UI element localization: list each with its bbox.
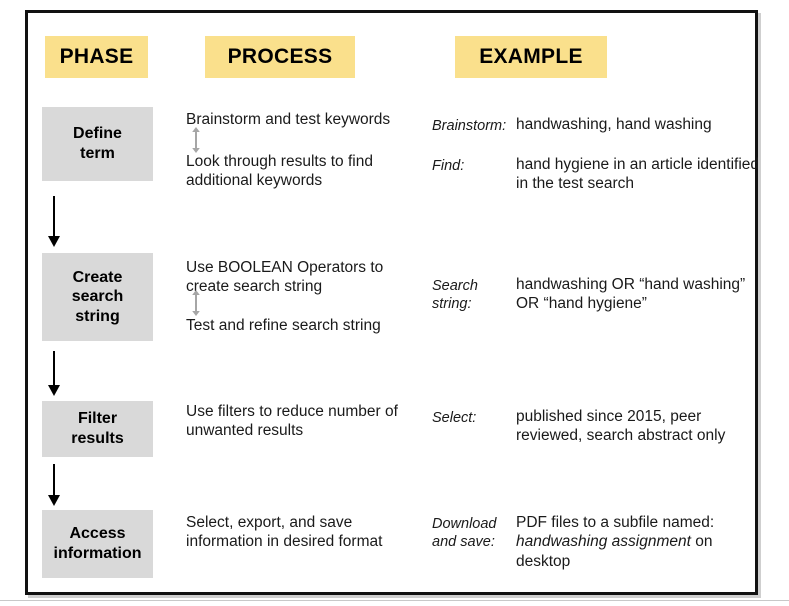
- bottom-divider: [0, 600, 789, 601]
- phase-box-access-information: Access information: [42, 510, 153, 578]
- example-value: handwashing, hand washing: [516, 116, 712, 133]
- diagram-canvas: PHASE PROCESS EXAMPLE Define term Create s…: [0, 0, 789, 606]
- phase-box-filter-results: Filter results: [42, 401, 153, 457]
- example-label: Brainstorm:: [432, 118, 507, 134]
- example-label: Download and save:: [432, 516, 497, 551]
- process-text-select-export-save: Select, export, and save information in …: [186, 514, 383, 551]
- arrow-shaft: [53, 196, 55, 237]
- process-text-brainstorm: Brainstorm and test keywords: [186, 111, 391, 128]
- arrow-head: [48, 495, 60, 506]
- column-header-process: PROCESS: [205, 36, 355, 78]
- arrow-head: [48, 385, 60, 396]
- phase-box-define-term: Define term: [42, 107, 153, 181]
- process-text-look-through-results: Look through results to find additional …: [186, 153, 373, 190]
- example-value-emphasis: handwashing assignment: [516, 533, 691, 551]
- example-label: Select:: [432, 410, 477, 426]
- process-text-boolean-operators: Use BOOLEAN Operators to create search s…: [186, 259, 384, 296]
- example-value: handwashing OR “hand washing” OR “hand h…: [516, 276, 746, 313]
- arrow-down-icon: [47, 464, 61, 508]
- example-value-pre: PDF files to a subfile named:: [516, 514, 715, 531]
- phase-box-create-search-string: Create search string: [42, 253, 153, 341]
- arrow-head: [48, 236, 60, 247]
- arrow-up-down-icon: [190, 290, 202, 316]
- example-label: Find:: [432, 158, 465, 174]
- arrow-down-icon: [47, 196, 61, 248]
- arrow-up-down-icon: [190, 127, 202, 153]
- column-header-phase: PHASE: [45, 36, 148, 78]
- example-value: PDF files to a subfile named: handwashin…: [516, 513, 761, 571]
- example-value: published since 2015, peer reviewed, sea…: [516, 408, 726, 445]
- arrow-shaft: [53, 464, 55, 497]
- example-value: hand hygiene in an article identified in…: [516, 156, 760, 193]
- example-label: Search string:: [432, 278, 478, 313]
- arrow-down-icon: [47, 351, 61, 397]
- process-text-use-filters: Use filters to reduce number of unwanted…: [186, 403, 398, 440]
- process-text-test-refine: Test and refine search string: [186, 317, 381, 334]
- column-header-example: EXAMPLE: [455, 36, 607, 78]
- arrow-shaft: [53, 351, 55, 387]
